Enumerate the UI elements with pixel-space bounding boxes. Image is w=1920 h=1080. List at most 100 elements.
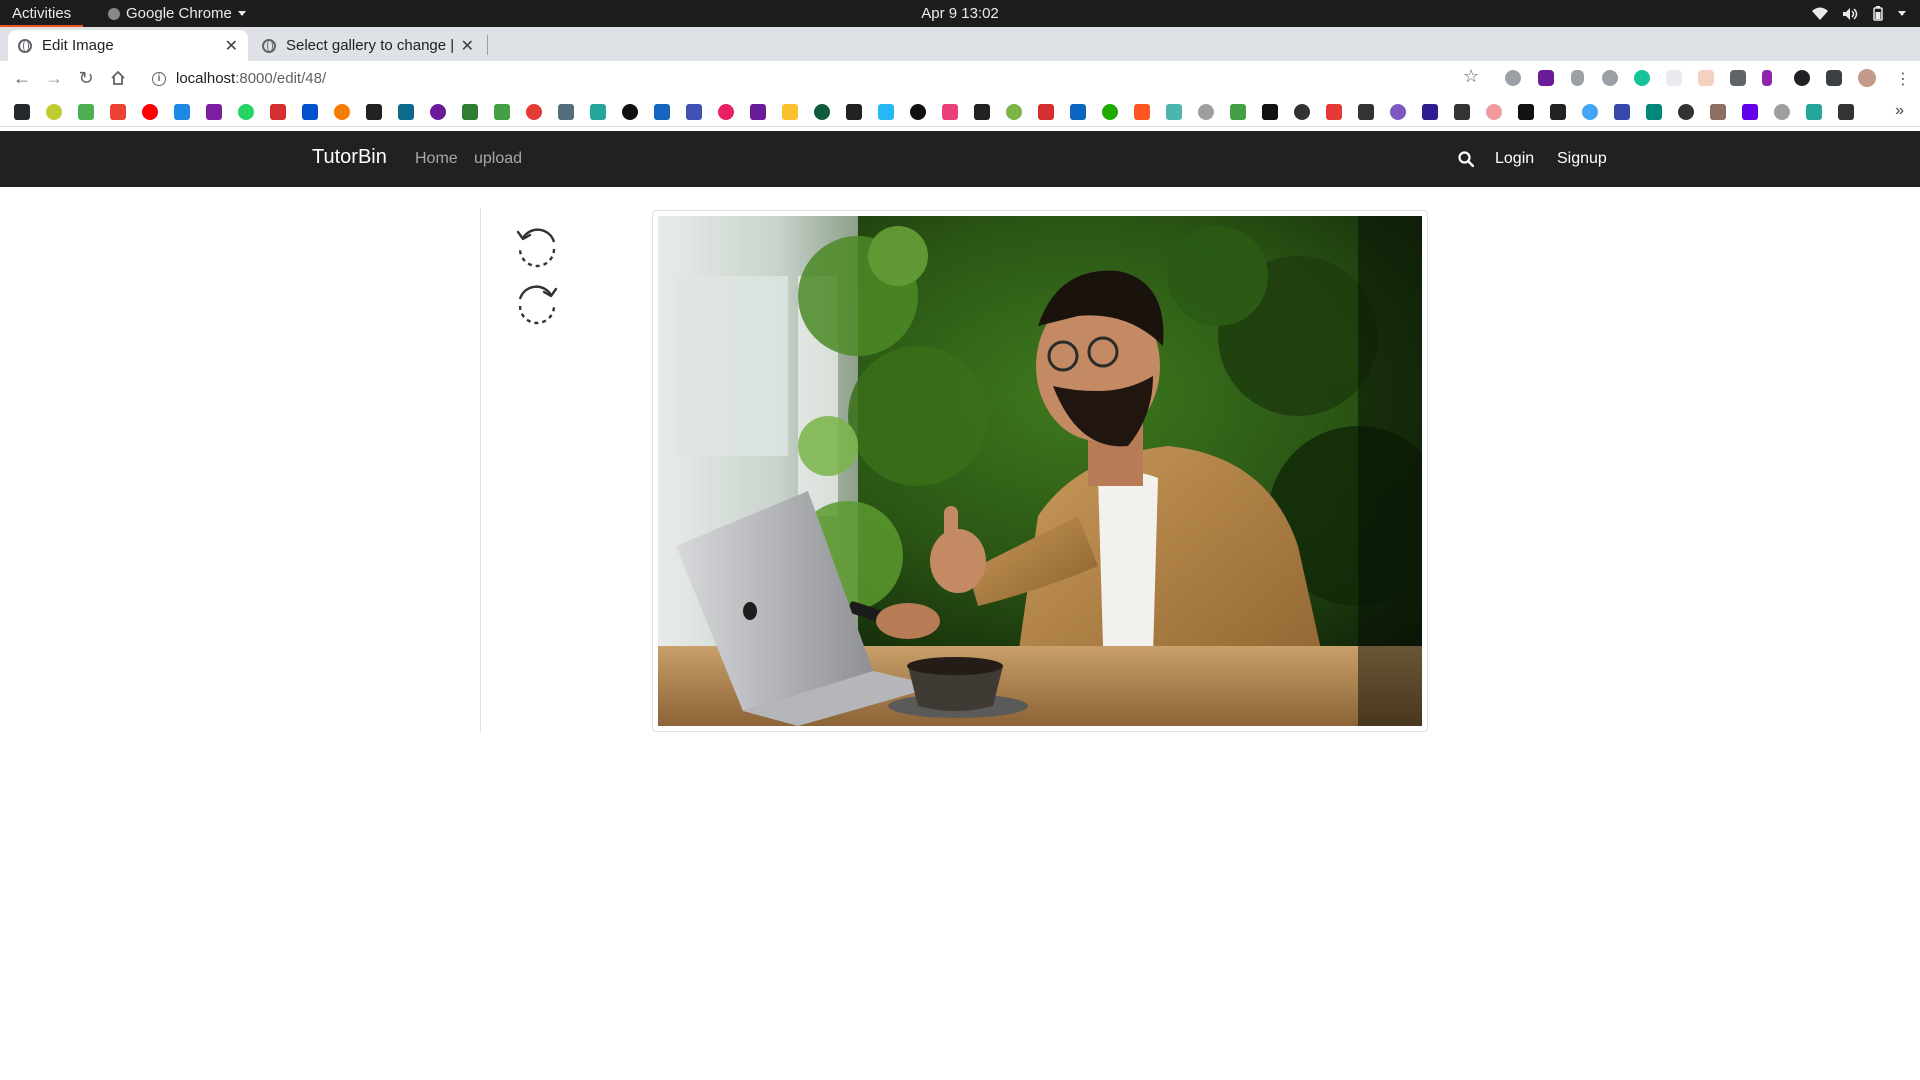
bookmark-favicon-icon[interactable] <box>1198 104 1214 120</box>
login-link[interactable]: Login <box>1495 150 1534 168</box>
bookmark-favicon-icon[interactable] <box>430 104 446 120</box>
info-icon[interactable]: i <box>152 71 166 86</box>
bookmark-favicon-icon[interactable] <box>1166 104 1182 120</box>
bookmark-favicon-icon[interactable] <box>974 104 990 120</box>
bookmark-favicon-icon[interactable] <box>270 104 286 120</box>
extension-shield-icon[interactable] <box>1571 70 1584 86</box>
back-button[interactable]: ← <box>10 66 34 90</box>
bookmark-favicon-icon[interactable] <box>718 104 734 120</box>
extension-grid-icon[interactable] <box>1666 70 1682 86</box>
bookmark-favicon-icon[interactable] <box>1710 104 1726 120</box>
bookmark-favicon-icon[interactable] <box>398 104 414 120</box>
bookmark-favicon-icon[interactable] <box>878 104 894 120</box>
reload-button[interactable]: ↻ <box>74 66 98 90</box>
signup-link[interactable]: Signup <box>1557 150 1607 168</box>
tab-select-gallery[interactable]: Select gallery to change | ✕ <box>252 30 484 61</box>
bookmark-favicon-icon[interactable] <box>1742 104 1758 120</box>
pen-icon[interactable] <box>1762 70 1772 86</box>
extension-circle-icon[interactable] <box>1602 70 1618 86</box>
bookmark-favicon-icon[interactable] <box>846 104 862 120</box>
grammarly-icon[interactable] <box>1634 70 1650 86</box>
bookmark-favicon-icon[interactable] <box>1358 104 1374 120</box>
brand-logo[interactable]: TutorBin <box>312 146 387 169</box>
bookmark-favicon-icon[interactable] <box>526 104 542 120</box>
bookmark-favicon-icon[interactable] <box>110 104 126 120</box>
extension-badge-icon[interactable] <box>1538 70 1554 86</box>
clock[interactable]: Apr 9 13:02 <box>0 0 1920 27</box>
bookmark-favicon-icon[interactable] <box>1070 104 1086 120</box>
bookmark-favicon-icon[interactable] <box>622 104 638 120</box>
close-tab-icon[interactable]: ✕ <box>225 36 238 56</box>
home-button[interactable] <box>106 66 130 90</box>
bookmark-favicon-icon[interactable] <box>1806 104 1822 120</box>
bookmark-favicon-icon[interactable] <box>1102 104 1118 120</box>
close-tab-icon[interactable]: ✕ <box>461 36 474 56</box>
bookmark-favicon-icon[interactable] <box>1678 104 1694 120</box>
bookmark-favicon-icon[interactable] <box>1550 104 1566 120</box>
forward-button[interactable]: → <box>42 66 66 90</box>
bookmark-favicon-icon[interactable] <box>14 104 30 120</box>
bookmark-favicon-icon[interactable] <box>1230 104 1246 120</box>
app-menu[interactable]: Google Chrome <box>108 0 246 27</box>
tab-title: Select gallery to change | <box>286 37 453 54</box>
extension-leaf-icon[interactable] <box>1794 70 1810 86</box>
bookmark-favicon-icon[interactable] <box>1422 104 1438 120</box>
bookmark-favicon-icon[interactable] <box>494 104 510 120</box>
bookmark-favicon-icon[interactable] <box>1838 104 1854 120</box>
avatar[interactable] <box>1858 69 1876 87</box>
bookmark-favicon-icon[interactable] <box>174 104 190 120</box>
address-bar[interactable]: i localhost:8000/edit/48/ <box>140 64 1490 93</box>
qr-icon[interactable] <box>1730 70 1746 86</box>
edited-photo[interactable] <box>658 216 1422 726</box>
bookmark-favicon-icon[interactable] <box>910 104 926 120</box>
bookmark-favicon-icon[interactable] <box>366 104 382 120</box>
bookmark-favicon-icon[interactable] <box>142 104 158 120</box>
rotate-left-button[interactable] <box>514 223 560 269</box>
bookmark-favicon-icon[interactable] <box>462 104 478 120</box>
calendar-icon[interactable] <box>1698 70 1714 86</box>
bookmark-favicon-icon[interactable] <box>1774 104 1790 120</box>
bookmark-favicon-icon[interactable] <box>686 104 702 120</box>
bookmark-favicon-icon[interactable] <box>334 104 350 120</box>
bookmark-favicon-icon[interactable] <box>1006 104 1022 120</box>
url-path: :8000/edit/48/ <box>235 70 327 87</box>
bookmark-favicon-icon[interactable] <box>942 104 958 120</box>
nav-link-home[interactable]: Home <box>415 150 458 168</box>
extension-recycle-icon[interactable] <box>1505 70 1521 86</box>
bookmark-favicon-icon[interactable] <box>1038 104 1054 120</box>
bookmarks-bar: » <box>0 96 1920 127</box>
bookmark-favicon-icon[interactable] <box>814 104 830 120</box>
bookmark-favicon-icon[interactable] <box>1518 104 1534 120</box>
browser-menu-icon[interactable]: ⋮ <box>1895 69 1911 89</box>
bookmark-favicon-icon[interactable] <box>590 104 606 120</box>
bookmark-favicon-icon[interactable] <box>782 104 798 120</box>
tab-edit-image[interactable]: Edit Image ✕ <box>8 30 248 61</box>
bookmark-favicon-icon[interactable] <box>1390 104 1406 120</box>
bookmark-favicon-icon[interactable] <box>1262 104 1278 120</box>
bookmark-favicon-icon[interactable] <box>78 104 94 120</box>
tab-title: Edit Image <box>42 37 114 54</box>
system-tray[interactable] <box>1812 0 1906 27</box>
extensions-puzzle-icon[interactable] <box>1826 70 1842 86</box>
bookmark-star-icon[interactable]: ☆ <box>1463 66 1479 87</box>
bookmark-favicon-icon[interactable] <box>1486 104 1502 120</box>
search-icon[interactable] <box>1458 151 1474 167</box>
rotate-right-button[interactable] <box>514 280 560 326</box>
bookmark-favicon-icon[interactable] <box>238 104 254 120</box>
bookmark-favicon-icon[interactable] <box>46 104 62 120</box>
bookmark-favicon-icon[interactable] <box>1294 104 1310 120</box>
bookmark-favicon-icon[interactable] <box>750 104 766 120</box>
bookmark-favicon-icon[interactable] <box>1134 104 1150 120</box>
nav-link-upload[interactable]: upload <box>474 150 522 168</box>
bookmark-favicon-icon[interactable] <box>558 104 574 120</box>
bookmark-favicon-icon[interactable] <box>654 104 670 120</box>
bookmark-favicon-icon[interactable] <box>1454 104 1470 120</box>
bookmark-favicon-icon[interactable] <box>1614 104 1630 120</box>
bookmark-favicon-icon[interactable] <box>1582 104 1598 120</box>
bookmark-favicon-icon[interactable] <box>1326 104 1342 120</box>
bookmarks-overflow-icon[interactable]: » <box>1895 102 1904 120</box>
bookmark-favicon-icon[interactable] <box>1646 104 1662 120</box>
bookmark-favicon-icon[interactable] <box>206 104 222 120</box>
activities-button[interactable]: Activities <box>0 0 84 27</box>
bookmark-favicon-icon[interactable] <box>302 104 318 120</box>
